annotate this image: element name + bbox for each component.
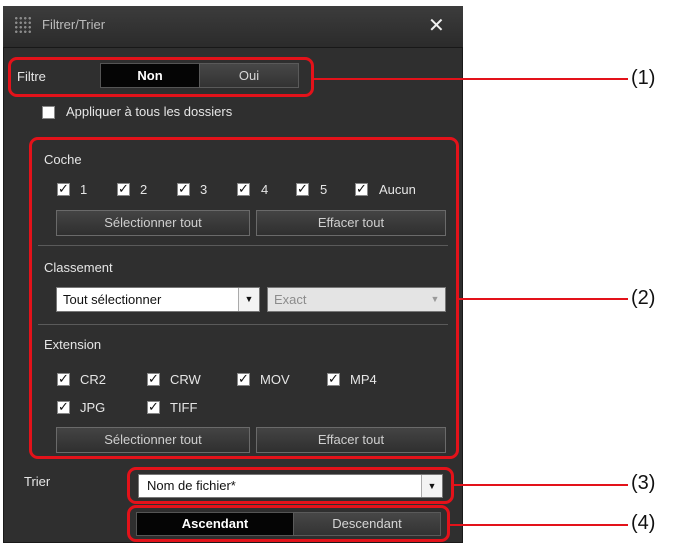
callout-4: (4): [631, 512, 656, 534]
sort-label: Trier: [24, 474, 51, 489]
grip-icon[interactable]: [14, 16, 32, 34]
leader-line-2: [459, 298, 628, 300]
apply-all-label: Appliquer à tous les dossiers: [66, 104, 233, 119]
highlight-box-4: [127, 505, 450, 542]
leader-line-4: [450, 524, 628, 526]
leader-line-3: [454, 484, 628, 486]
window-title: Filtrer/Trier: [42, 17, 106, 32]
highlight-box-2: [29, 137, 459, 459]
callout-2: (2): [631, 287, 656, 309]
apply-all-checkbox[interactable]: [42, 106, 55, 119]
callout-1: (1): [631, 67, 656, 89]
leader-line-1: [314, 78, 628, 80]
close-icon[interactable]: ✕: [428, 13, 445, 38]
highlight-box-3: [127, 467, 454, 504]
callout-3: (3): [631, 472, 656, 494]
highlight-box-1: [8, 57, 314, 97]
